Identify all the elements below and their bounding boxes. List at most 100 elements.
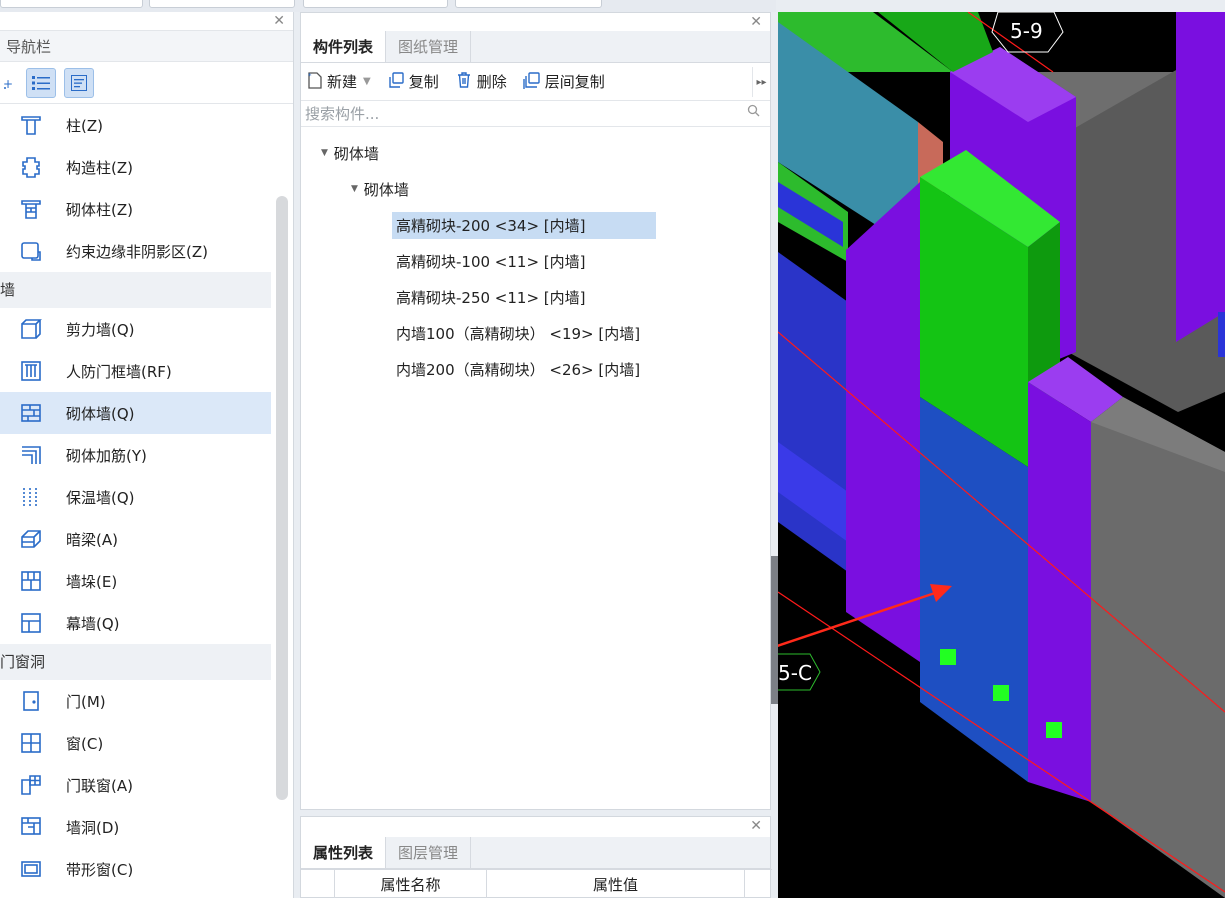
- add-icon[interactable]: +: [2, 68, 18, 98]
- nav-item-curtain-wall[interactable]: 幕墙(Q): [0, 602, 271, 644]
- column-header-property-value: 属性值: [487, 870, 745, 898]
- property-panel: ✕ 属性列表 图层管理 属性名称 属性值: [300, 816, 772, 898]
- nav-item-wall-hole[interactable]: 墙洞(D): [0, 806, 271, 848]
- nav-item-wall-pier[interactable]: 墙垛(E): [0, 560, 271, 602]
- props-scroll-area[interactable]: [745, 870, 772, 898]
- nav-scrollbar[interactable]: [276, 196, 288, 800]
- top-dropdown-2[interactable]: [149, 0, 295, 8]
- new-button[interactable]: * 新建 ▼: [307, 71, 371, 93]
- app-root: ✕ 导航栏 + 柱(Z) 构造柱(Z) 砌体柱(Z) 约束边缘非阴影区(Z) 墙…: [0, 0, 1225, 898]
- nav-list: 柱(Z) 构造柱(Z) 砌体柱(Z) 约束边缘非阴影区(Z) 墙 剪力墙(Q): [0, 104, 293, 890]
- panel-splitter[interactable]: [771, 556, 778, 704]
- nav-item-masonry-wall[interactable]: 砌体墙(Q): [0, 392, 271, 434]
- nav-item-window[interactable]: 窗(C): [0, 722, 271, 764]
- curtain-wall-icon: [18, 610, 44, 636]
- top-dropdown-1[interactable]: [0, 0, 143, 8]
- nav-item-label: 砌体柱(Z): [66, 200, 133, 219]
- delete-label: 删除: [476, 73, 507, 91]
- masonry-wall-icon: [18, 400, 44, 426]
- search-input[interactable]: [305, 104, 725, 123]
- copy-icon: [387, 71, 405, 93]
- navigation-panel: ✕ 导航栏 + 柱(Z) 构造柱(Z) 砌体柱(Z) 约束边缘非阴影区(Z) 墙…: [0, 12, 294, 898]
- grip-point-marker[interactable]: [1046, 722, 1062, 738]
- grip-point-marker[interactable]: [940, 649, 956, 665]
- tree-item[interactable]: 内墙100（高精砌块） <19> [内墙]: [301, 315, 770, 351]
- nav-item-masonry-column[interactable]: 砌体柱(Z): [0, 188, 271, 230]
- copy-label: 复制: [408, 73, 439, 91]
- gray-wall-front: [1091, 397, 1225, 898]
- top-dropdown-4[interactable]: [455, 0, 602, 8]
- door-icon: [18, 688, 44, 714]
- column-icon: [18, 112, 44, 138]
- nav-item-door-window[interactable]: 门联窗(A): [0, 764, 271, 806]
- close-icon[interactable]: ✕: [273, 12, 285, 30]
- tree-item-label: 高精砌块-250 <11> [内墙]: [396, 288, 586, 307]
- nav-item-label: 窗(C): [66, 734, 104, 753]
- nav-item-civil-defense-wall[interactable]: 人防门框墙(RF): [0, 350, 271, 392]
- insulation-wall-icon: [18, 484, 44, 510]
- collapse-triangle-icon[interactable]: ▼: [321, 148, 328, 158]
- nav-item-column[interactable]: 柱(Z): [0, 104, 271, 146]
- tree-item[interactable]: 高精砌块-200 <34> [内墙]: [301, 207, 770, 243]
- nav-toolbar: +: [0, 62, 293, 104]
- search-icon[interactable]: [747, 104, 760, 121]
- nav-item-strip-window[interactable]: 带形窗(C): [0, 848, 271, 890]
- nav-item-insulation-wall[interactable]: 保温墙(Q): [0, 476, 271, 518]
- purple-column-front: [1028, 382, 1091, 802]
- floor-copy-button[interactable]: 层间复制: [523, 71, 605, 93]
- nav-item-label: 门(M): [66, 692, 106, 711]
- detail-view-icon[interactable]: [64, 67, 94, 98]
- nav-group-wall[interactable]: 墙: [0, 272, 271, 308]
- tree-item[interactable]: 高精砌块-250 <11> [内墙]: [301, 279, 770, 315]
- nav-item-label: 砌体加筋(Y): [66, 446, 147, 465]
- tab-component-list[interactable]: 构件列表: [301, 31, 387, 62]
- floor-copy-icon: [523, 71, 541, 93]
- tree-item[interactable]: 高精砌块-100 <11> [内墙]: [301, 243, 770, 279]
- 3d-scene: 5-9 5-C: [778, 12, 1225, 898]
- props-tabs: 属性列表 图层管理: [301, 837, 770, 869]
- delete-button[interactable]: 删除: [455, 71, 507, 93]
- nav-item-label: 暗梁(A): [66, 530, 118, 549]
- purple-column-right: [1176, 12, 1225, 342]
- row-index-header: [301, 870, 335, 898]
- civil-defense-door-frame-wall-icon: [18, 358, 44, 384]
- grip-point-marker[interactable]: [993, 685, 1009, 701]
- nav-title: 导航栏: [0, 30, 293, 62]
- tree-node-root[interactable]: ▼ 砌体墙: [301, 135, 770, 171]
- tab-property-list[interactable]: 属性列表: [301, 837, 387, 868]
- nav-group-opening[interactable]: 门窗洞: [0, 644, 271, 680]
- more-tools-icon[interactable]: ▸▸: [752, 67, 770, 97]
- nav-item-constructional-column[interactable]: 构造柱(Z): [0, 146, 271, 188]
- nav-item-label: 构造柱(Z): [66, 158, 133, 177]
- component-tree: ▼ 砌体墙 ▼ 砌体墙 高精砌块-200 <34> [内墙] 高精砌块-100 …: [301, 127, 770, 387]
- nav-item-hidden-beam[interactable]: 暗梁(A): [0, 518, 271, 560]
- nav-item-constraint-edge[interactable]: 约束边缘非阴影区(Z): [0, 230, 271, 272]
- floor-copy-label: 层间复制: [544, 73, 605, 91]
- new-file-icon: *: [307, 71, 323, 93]
- list-view-icon[interactable]: [26, 67, 56, 98]
- nav-item-masonry-reinforcement[interactable]: 砌体加筋(Y): [0, 434, 271, 476]
- close-icon[interactable]: ✕: [750, 817, 762, 835]
- tree-item[interactable]: 内墙200（高精砌块） <26> [内墙]: [301, 351, 770, 387]
- chevron-down-icon[interactable]: ▼: [363, 76, 371, 87]
- top-dropdown-3[interactable]: [303, 0, 448, 8]
- axis-label-left: 5-C: [778, 661, 812, 685]
- tab-layer-management[interactable]: 图层管理: [386, 837, 472, 868]
- nav-item-shear-wall[interactable]: 剪力墙(Q): [0, 308, 271, 350]
- nav-item-label: 人防门框墙(RF): [66, 362, 172, 381]
- close-icon[interactable]: ✕: [750, 13, 762, 31]
- collapse-triangle-icon[interactable]: ▼: [351, 184, 358, 194]
- shear-wall-icon: [18, 316, 44, 342]
- svg-text:*: *: [308, 72, 312, 80]
- tree-item-label-selected: 高精砌块-200 <34> [内墙]: [392, 211, 656, 239]
- copy-button[interactable]: 复制: [387, 71, 439, 93]
- nav-item-door[interactable]: 门(M): [0, 680, 271, 722]
- nav-item-label: 砌体墙(Q): [66, 404, 135, 423]
- tab-drawing-management[interactable]: 图纸管理: [386, 31, 472, 62]
- nav-close-bar: ✕: [0, 12, 293, 30]
- tree-node-child[interactable]: ▼ 砌体墙: [301, 171, 770, 207]
- nav-item-label: 幕墙(Q): [66, 614, 120, 633]
- constraint-edge-icon: [18, 238, 44, 264]
- nav-item-label: 保温墙(Q): [66, 488, 135, 507]
- 3d-viewport[interactable]: 5-9 5-C: [778, 12, 1225, 898]
